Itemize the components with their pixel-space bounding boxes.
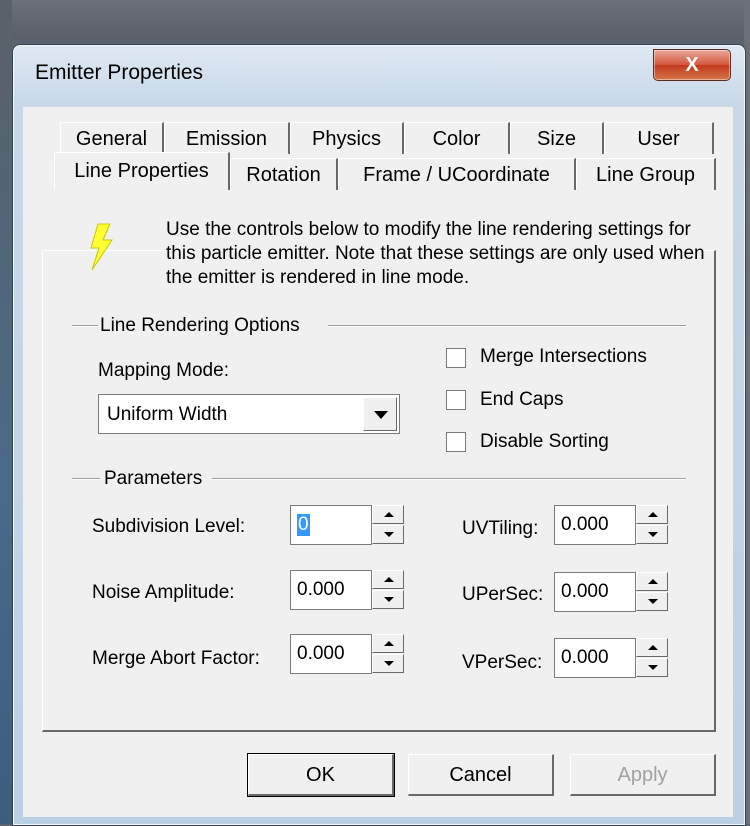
spin-up-icon[interactable] (372, 634, 404, 653)
chevron-down-icon[interactable] (363, 397, 397, 431)
desktop-background-left (0, 0, 12, 824)
group-line-right (212, 478, 686, 480)
end-caps-checkbox[interactable] (446, 390, 466, 410)
group-line-right (328, 325, 686, 327)
mapping-mode-select[interactable]: Uniform Width (98, 394, 400, 434)
spin-up-icon[interactable] (372, 505, 404, 524)
close-icon: X (685, 54, 699, 76)
spin-up-icon[interactable] (372, 570, 404, 589)
window-title: Emitter Properties (35, 61, 204, 84)
tab-line-group[interactable]: Line Group (576, 158, 716, 190)
spin-up-icon[interactable] (636, 505, 668, 524)
end-caps-label: End Caps (480, 389, 564, 410)
spin-down-icon[interactable] (636, 592, 668, 611)
vpersec-value: 0.000 (561, 647, 609, 668)
uvtiling-label: UVTiling: (462, 518, 539, 539)
spin-down-icon[interactable] (372, 654, 404, 673)
mapping-mode-label: Mapping Mode: (98, 360, 229, 381)
uvtiling-spinner[interactable] (636, 505, 668, 545)
tab-frame-ucoordinate[interactable]: Frame / UCoordinate (338, 158, 576, 190)
mapping-mode-value: Uniform Width (107, 404, 228, 425)
merge-abort-factor-label: Merge Abort Factor: (92, 648, 260, 669)
noise-amplitude-spinner[interactable] (372, 570, 404, 610)
upersec-label: UPerSec: (462, 584, 544, 605)
spin-down-icon[interactable] (372, 525, 404, 544)
vpersec-spinner[interactable] (636, 638, 668, 678)
lightning-bolt-icon (90, 223, 113, 271)
apply-button[interactable]: Apply (570, 754, 716, 796)
noise-amplitude-label: Noise Amplitude: (92, 582, 235, 603)
tab-emission[interactable]: Emission (164, 122, 290, 154)
spin-down-icon[interactable] (372, 590, 404, 609)
group-line-left (72, 325, 98, 327)
noise-amplitude-value: 0.000 (297, 579, 345, 600)
spin-up-icon[interactable] (636, 572, 668, 591)
tab-physics[interactable]: Physics (290, 122, 404, 154)
noise-amplitude-field[interactable]: 0.000 (290, 570, 372, 610)
parameters-label: Parameters (104, 468, 203, 489)
disable-sorting-label: Disable Sorting (480, 431, 609, 452)
vpersec-label: VPerSec: (462, 652, 543, 673)
subdivision-level-field[interactable]: 0 (290, 505, 372, 545)
upersec-field[interactable]: 0.000 (554, 572, 636, 612)
subdivision-level-label: Subdivision Level: (92, 516, 246, 537)
tab-general[interactable]: General (60, 122, 164, 154)
tab-size[interactable]: Size (510, 122, 604, 154)
uvtiling-field[interactable]: 0.000 (554, 505, 636, 545)
uvtiling-value: 0.000 (561, 514, 609, 535)
tab-user[interactable]: User (604, 122, 714, 154)
subdivision-level-spinner[interactable] (372, 505, 404, 545)
spin-up-icon[interactable] (636, 638, 668, 657)
upersec-spinner[interactable] (636, 572, 668, 612)
ok-button[interactable]: OK (247, 753, 395, 797)
spin-down-icon[interactable] (636, 658, 668, 677)
group-line-left (72, 478, 100, 480)
cancel-button[interactable]: Cancel (408, 754, 554, 796)
merge-abort-factor-value: 0.000 (297, 643, 345, 664)
tab-rotation[interactable]: Rotation (230, 158, 338, 190)
intro-text: Use the controls below to modify the lin… (166, 219, 705, 288)
merge-intersections-checkbox[interactable] (446, 348, 466, 368)
merge-intersections-label: Merge Intersections (480, 346, 647, 367)
tab-line-properties[interactable]: Line Properties (54, 152, 230, 190)
line-rendering-options-label: Line Rendering Options (100, 315, 300, 336)
tab-color[interactable]: Color (404, 122, 510, 154)
vpersec-field[interactable]: 0.000 (554, 638, 636, 678)
desktop-background (0, 0, 750, 40)
spin-down-icon[interactable] (636, 525, 668, 544)
subdivision-level-value: 0 (297, 514, 310, 536)
upersec-value: 0.000 (561, 581, 609, 602)
close-button[interactable]: X (653, 49, 731, 81)
merge-abort-factor-field[interactable]: 0.000 (290, 634, 372, 674)
disable-sorting-checkbox[interactable] (446, 432, 466, 452)
merge-abort-factor-spinner[interactable] (372, 634, 404, 674)
